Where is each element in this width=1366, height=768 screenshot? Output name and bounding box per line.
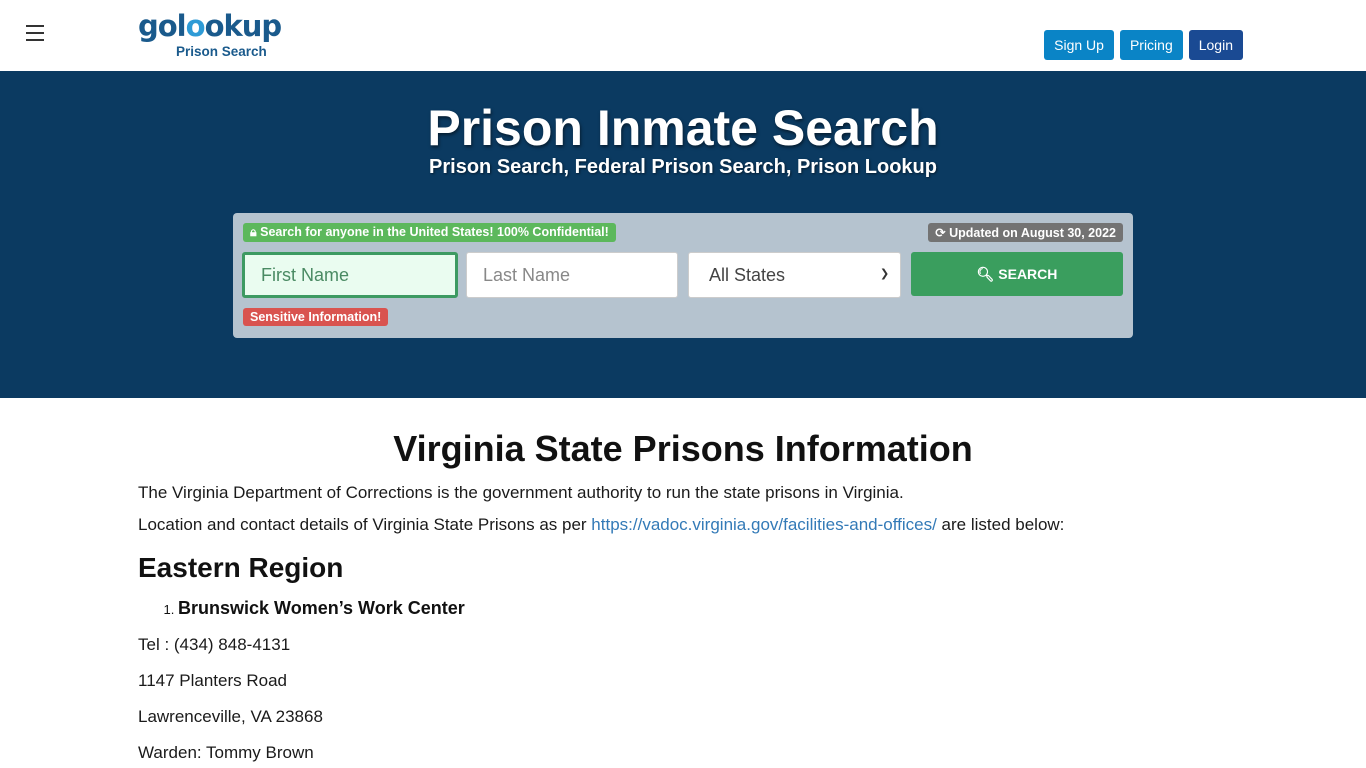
source-link[interactable]: https://vadoc.virginia.gov/facilities-an… xyxy=(591,515,937,534)
top-navbar: golookup Prison Search Sign Up Pricing L… xyxy=(0,0,1366,71)
search-button[interactable]: 🔍︎ SEARCH xyxy=(911,252,1123,296)
facility-tel: Tel : (434) 848-4131 xyxy=(138,635,291,655)
facility-name: Brunswick Women’s Work Center xyxy=(178,598,1228,619)
main-content: Virginia State Prisons Information The V… xyxy=(138,428,1228,768)
hero-subtitle: Prison Search, Federal Prison Search, Pr… xyxy=(429,156,937,178)
sign-up-button[interactable]: Sign Up xyxy=(1044,30,1114,60)
sensitive-info-badge: Sensitive Information! xyxy=(243,308,389,326)
source-text: Location and contact details of Virginia… xyxy=(138,515,1065,535)
hero-banner: Prison Inmate Search Prison Search, Fede… xyxy=(0,71,1366,398)
facility-address: 1147 Planters Road xyxy=(138,671,288,691)
pricing-button[interactable]: Pricing xyxy=(1119,30,1183,60)
logo-wordmark: golookup xyxy=(138,9,282,43)
facility-warden: Warden: Tommy Brown xyxy=(138,743,314,763)
logo[interactable]: golookup Prison Search xyxy=(138,9,282,59)
facility-city: Lawrenceville, VA 23868 xyxy=(138,707,323,727)
page-title: Virginia State Prisons Information xyxy=(393,428,973,469)
updated-badge: ⟳ Updated on August 30, 2022 xyxy=(928,223,1123,242)
last-name-input[interactable] xyxy=(466,252,678,298)
confidential-badge: 🔒︎ Search for anyone in the United State… xyxy=(243,223,616,242)
login-button[interactable]: Login xyxy=(1188,30,1243,60)
first-name-input[interactable] xyxy=(242,252,458,298)
intro-text: The Virginia Department of Corrections i… xyxy=(138,483,904,502)
search-icon: 🔍︎ xyxy=(976,265,995,282)
lock-icon: 🔒︎ xyxy=(250,225,257,239)
region-heading: Eastern Region xyxy=(138,552,344,584)
nav-buttons: Sign Up Pricing Login xyxy=(1044,30,1243,60)
search-panel: 🔒︎ Search for anyone in the United State… xyxy=(233,213,1133,338)
state-select[interactable]: All States xyxy=(688,252,901,298)
hamburger-icon[interactable] xyxy=(26,25,44,41)
logo-tagline: Prison Search xyxy=(176,44,267,59)
facility-list: Brunswick Women’s Work Center xyxy=(178,598,1228,619)
refresh-icon: ⟳ xyxy=(935,226,946,240)
hero-title: Prison Inmate Search xyxy=(427,100,939,156)
